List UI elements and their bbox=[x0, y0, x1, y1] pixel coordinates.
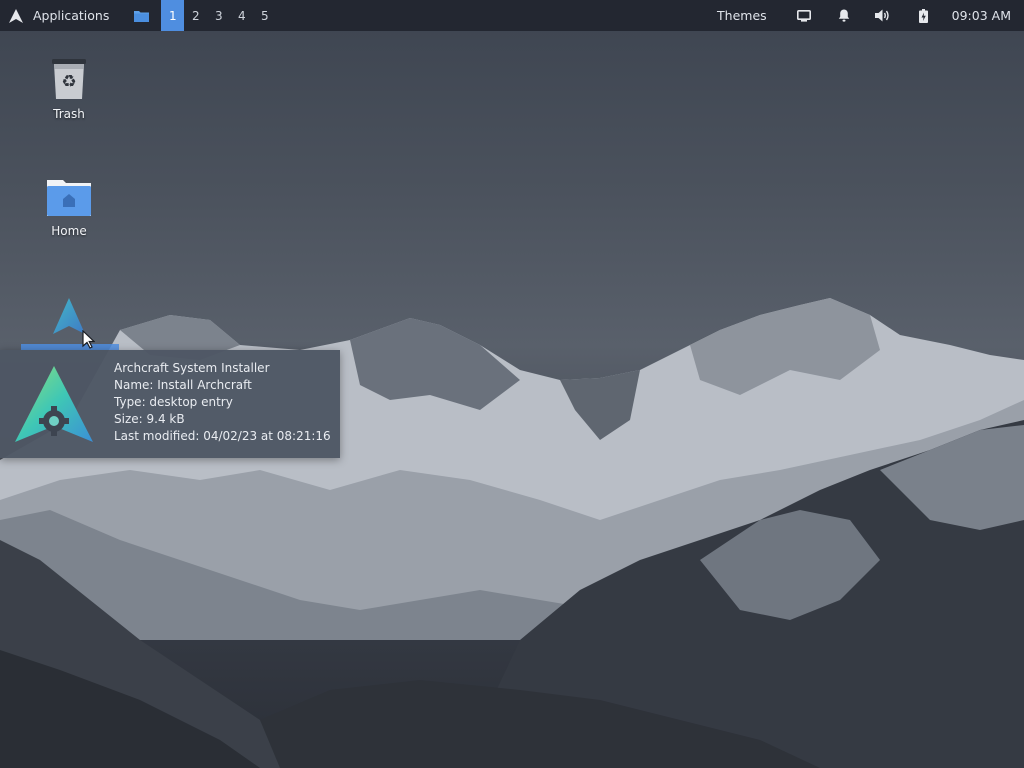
desktop-icon-installer[interactable] bbox=[19, 296, 119, 336]
desktop-icon-home[interactable]: Home bbox=[19, 178, 119, 238]
clock[interactable]: 09:03 AM bbox=[944, 0, 1024, 31]
display-button[interactable] bbox=[784, 0, 824, 31]
speaker-icon bbox=[875, 9, 889, 22]
monitor-icon bbox=[796, 9, 811, 22]
file-manager-button[interactable] bbox=[129, 0, 153, 31]
notifications-button[interactable] bbox=[824, 0, 864, 31]
archcraft-installer-large-icon bbox=[15, 366, 93, 442]
volume-button[interactable] bbox=[864, 0, 904, 31]
battery-button[interactable] bbox=[904, 0, 944, 31]
bell-icon bbox=[838, 9, 849, 22]
trash-icon: ♻ bbox=[52, 59, 86, 99]
tooltip-size: Size: 9.4 kB bbox=[114, 412, 185, 426]
mouse-cursor-icon bbox=[82, 330, 95, 349]
svg-text:♻: ♻ bbox=[61, 72, 76, 92]
desktop-icon-home-label: Home bbox=[51, 224, 87, 238]
tooltip-type: Type: desktop entry bbox=[114, 395, 233, 409]
file-info-tooltip: Archcraft System Installer Name: Install… bbox=[0, 350, 340, 458]
workspace-switcher: 1 2 3 4 5 bbox=[161, 0, 276, 31]
folder-icon bbox=[133, 10, 149, 22]
applications-menu-button[interactable]: Applications bbox=[0, 0, 117, 31]
tooltip-title: Archcraft System Installer bbox=[114, 361, 270, 375]
tooltip-name: Name: Install Archcraft bbox=[114, 378, 252, 392]
battery-charging-icon bbox=[919, 8, 929, 23]
workspace-2-button[interactable]: 2 bbox=[184, 0, 207, 31]
workspace-4-button[interactable]: 4 bbox=[230, 0, 253, 31]
applications-menu-label: Applications bbox=[33, 8, 110, 23]
archcraft-logo-icon bbox=[9, 8, 23, 23]
home-folder-icon bbox=[47, 180, 91, 216]
workspace-1-button[interactable]: 1 bbox=[161, 0, 185, 31]
themes-button[interactable]: Themes bbox=[700, 0, 784, 31]
top-panel: Applications 1 2 3 4 5 Themes 09:03 AM bbox=[0, 0, 1024, 31]
desktop-icon-trash[interactable]: ♻ Trash bbox=[19, 57, 119, 121]
desktop-icon-trash-label: Trash bbox=[53, 107, 85, 121]
workspace-3-button[interactable]: 3 bbox=[207, 0, 230, 31]
tooltip-modified: Last modified: 04/02/23 at 08:21:16 bbox=[114, 429, 331, 443]
workspace-5-button[interactable]: 5 bbox=[253, 0, 276, 31]
